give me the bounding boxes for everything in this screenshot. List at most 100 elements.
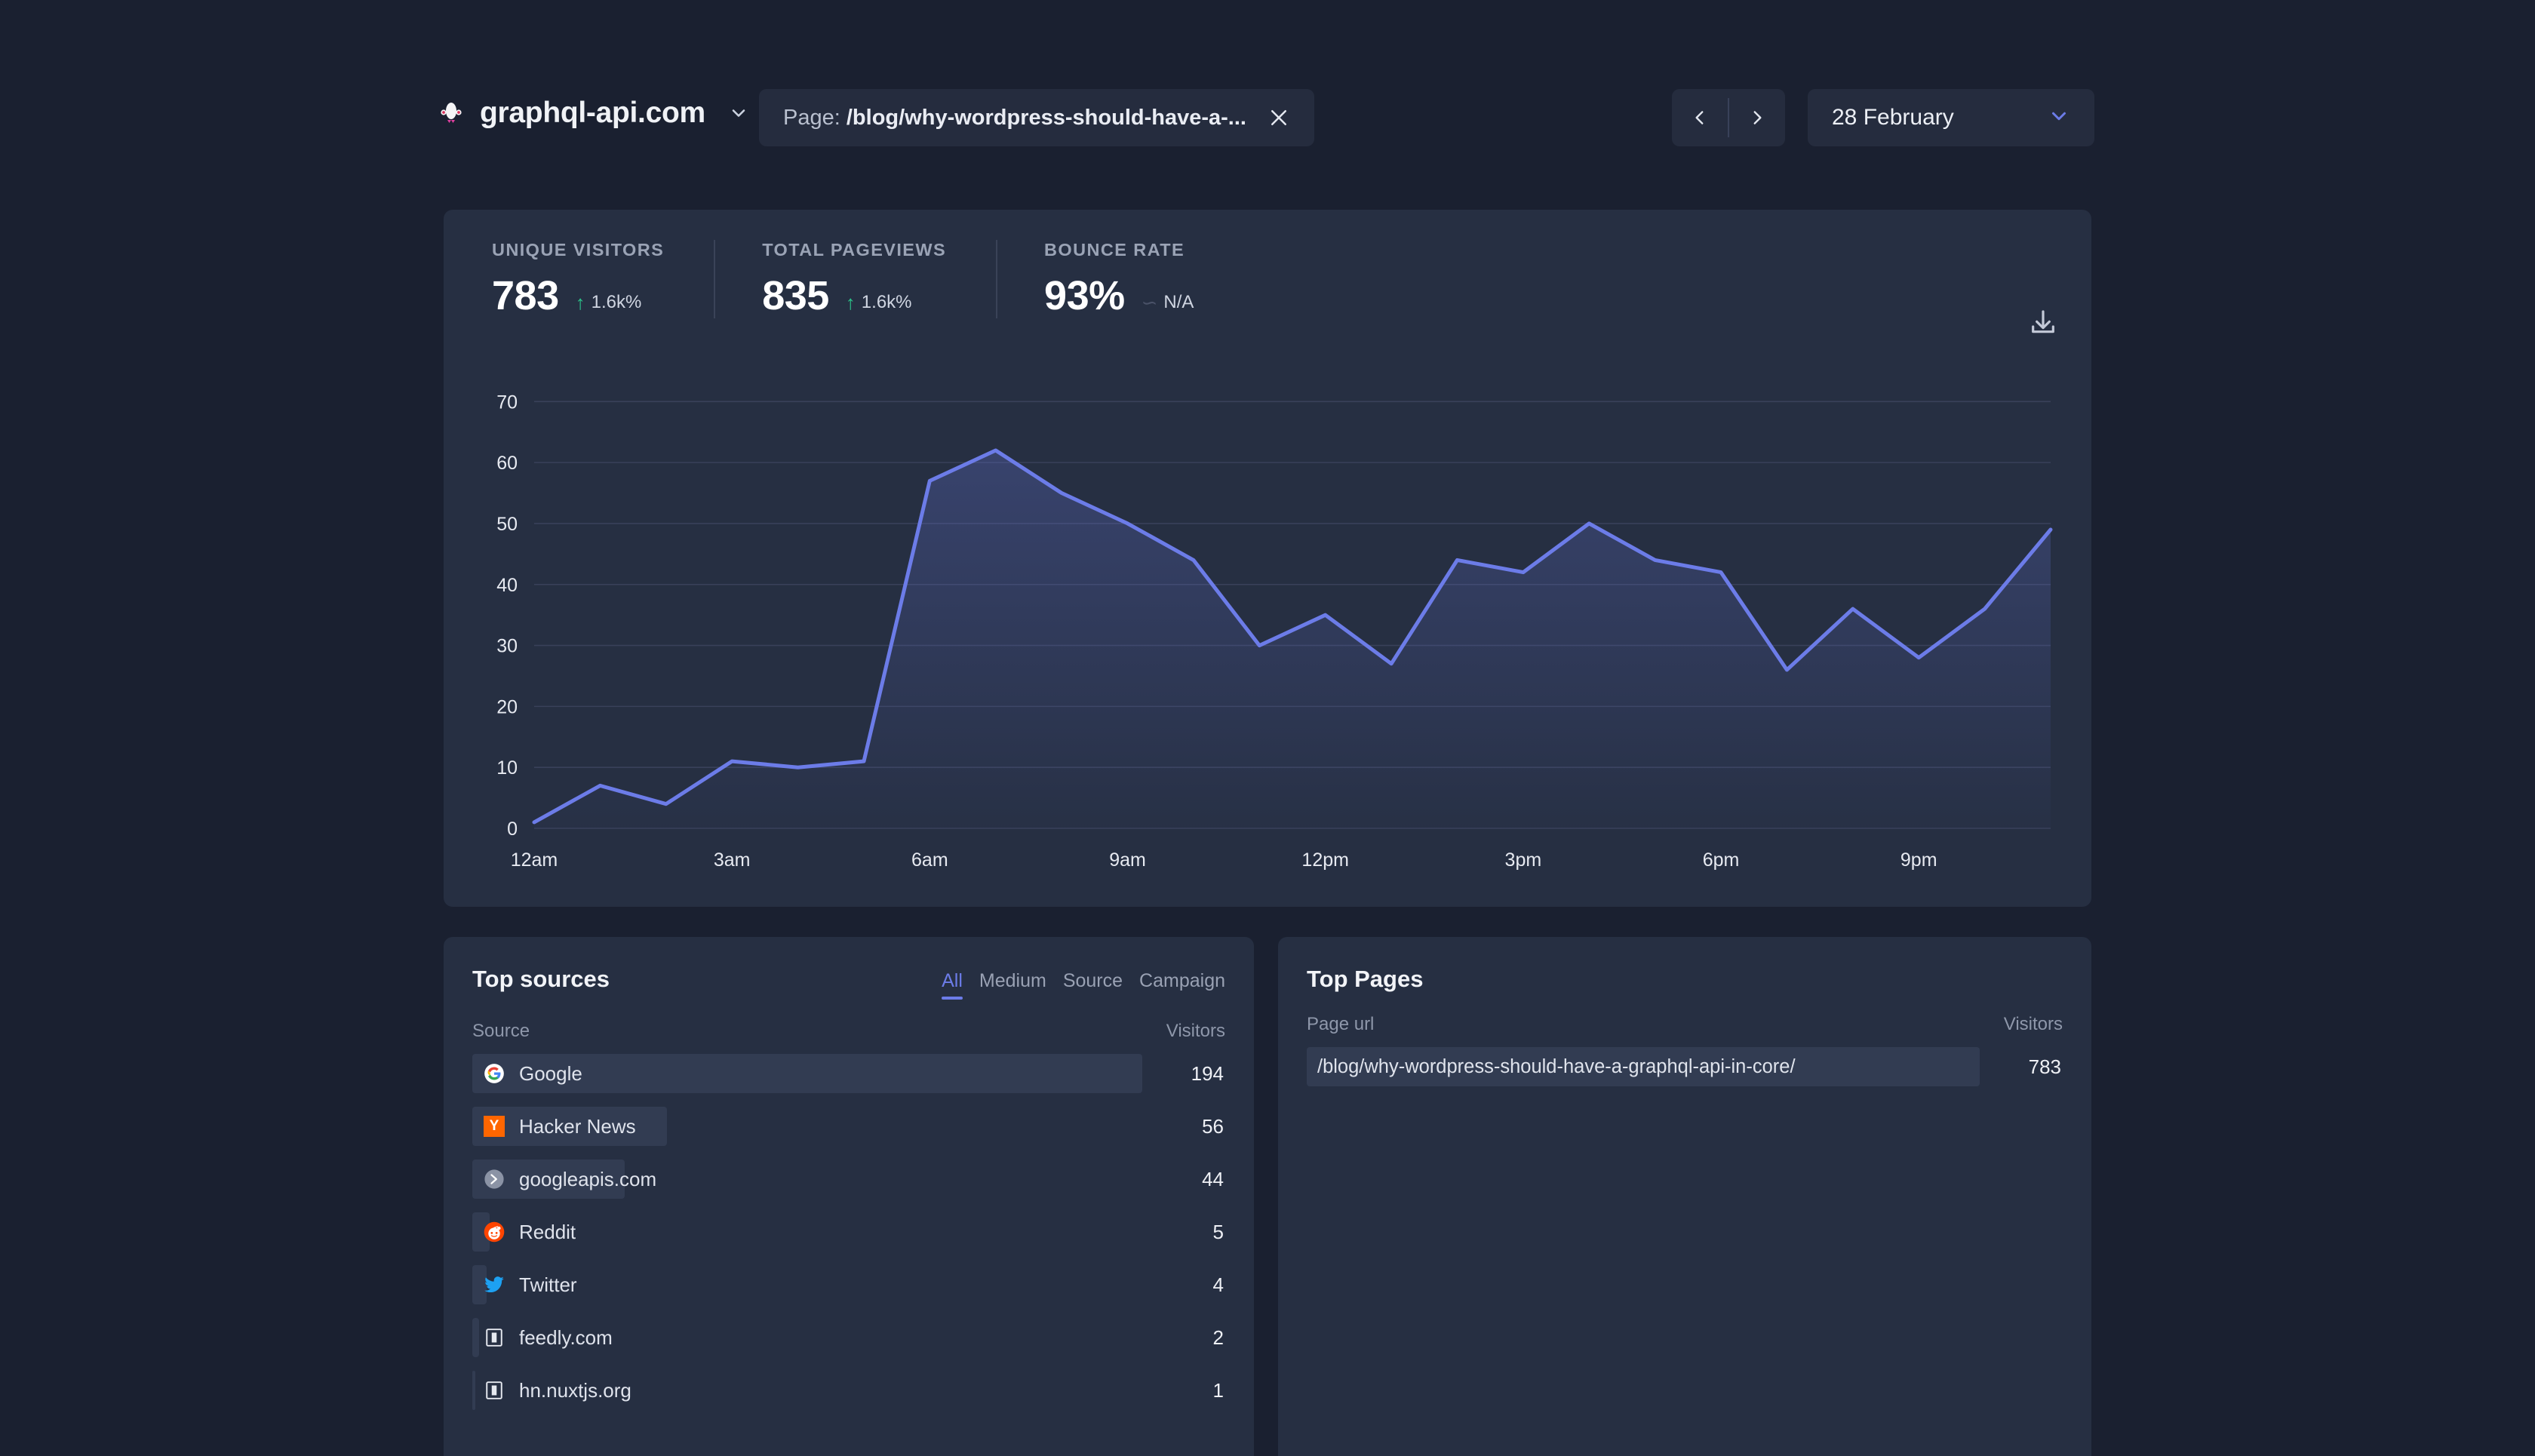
source-row-value: 1 — [1212, 1378, 1224, 1402]
top-pages-column-headers: Page url Visitors — [1278, 993, 2091, 1035]
svg-text:3am: 3am — [714, 849, 751, 871]
chart-area-fill — [534, 450, 2051, 828]
page-row-label: /blog/why-wordpress-should-have-a-graphq… — [1317, 1055, 1796, 1077]
chevron-down-icon[interactable] — [2048, 105, 2070, 131]
metric-label: UNIQUE VISITORS — [492, 240, 665, 260]
source-row-value: 4 — [1212, 1273, 1224, 1296]
metric-label: TOTAL PAGEVIEWS — [762, 240, 947, 260]
column-header-page-url: Page url — [1307, 1014, 1375, 1034]
tab-source[interactable]: Source — [1063, 970, 1123, 1000]
svg-text:6pm: 6pm — [1703, 849, 1740, 871]
source-row[interactable]: Y Hacker News 56 — [472, 1107, 1225, 1146]
source-row-label: Google — [519, 1061, 582, 1085]
top-sources-header: Top sources All Medium Source Campaign — [444, 937, 1254, 1000]
svg-text:40: 40 — [496, 575, 518, 596]
source-row[interactable]: googleapis.com 44 — [472, 1160, 1225, 1199]
source-row-label: feedly.com — [519, 1325, 613, 1349]
source-row-main: feedly.com — [472, 1326, 1172, 1350]
top-sources-list: Google 194 Y Hacker News 56 googleapis.com 44 R… — [444, 1042, 1254, 1410]
source-row-value: 2 — [1212, 1325, 1224, 1349]
page-row-main: /blog/why-wordpress-should-have-a-graphq… — [1307, 1056, 2010, 1078]
source-row-main: Reddit — [472, 1221, 1172, 1244]
metric-total-pageviews[interactable]: TOTAL PAGEVIEWS 835 ↑ 1.6k% — [714, 240, 996, 330]
source-row-main: Google — [472, 1062, 1172, 1086]
generic-page-favicon-icon — [483, 1326, 505, 1349]
source-row[interactable]: Reddit 5 — [472, 1212, 1225, 1252]
top-sources-panel: Top sources All Medium Source Campaign S… — [444, 937, 1254, 1456]
flat-trend-icon: ∽ — [1141, 291, 1158, 314]
chevron-down-icon[interactable] — [728, 103, 749, 124]
source-row-value: 44 — [1202, 1167, 1224, 1190]
column-header-visitors: Visitors — [1166, 1021, 1225, 1041]
source-row[interactable]: hn.nuxtjs.org 1 — [472, 1371, 1225, 1410]
arrow-up-icon: ↑ — [575, 291, 585, 314]
site-selector[interactable]: graphql-api.com — [436, 97, 749, 130]
top-sources-tabs: All Medium Source Campaign — [942, 966, 1225, 1000]
source-row-main: hn.nuxtjs.org — [472, 1379, 1172, 1402]
generic-page-favicon-icon — [483, 1379, 505, 1402]
panel-title: Top Pages — [1307, 966, 1424, 992]
svg-text:0: 0 — [507, 819, 518, 840]
page-row-value: 783 — [2028, 1055, 2061, 1078]
source-row[interactable]: Twitter 4 — [472, 1265, 1225, 1304]
svg-text:9pm: 9pm — [1900, 849, 1937, 871]
tab-campaign[interactable]: Campaign — [1139, 970, 1225, 1000]
svg-text:10: 10 — [496, 757, 518, 779]
source-row-main: Y Hacker News — [472, 1115, 1172, 1138]
source-row-main: Twitter — [472, 1273, 1172, 1297]
tab-all[interactable]: All — [942, 970, 963, 1000]
metric-bounce-rate[interactable]: BOUNCE RATE 93% ∽ N/A — [996, 240, 1243, 330]
metric-label: BOUNCE RATE — [1044, 240, 1185, 260]
tab-medium[interactable]: Medium — [979, 970, 1046, 1000]
source-row-label: Reddit — [519, 1220, 576, 1243]
metric-delta: ↑ 1.6k% — [576, 292, 642, 313]
site-name: graphql-api.com — [480, 97, 705, 129]
source-row-label: googleapis.com — [519, 1167, 657, 1190]
svg-text:9am: 9am — [1109, 849, 1146, 871]
metric-delta-value: 1.6k% — [591, 292, 642, 312]
source-row[interactable]: Google 194 — [472, 1054, 1225, 1093]
svg-text:30: 30 — [496, 636, 518, 657]
svg-text:12pm: 12pm — [1301, 849, 1349, 871]
page-filter-pill[interactable]: Page: /blog/why-wordpress-should-have-a-… — [759, 89, 1314, 146]
top-sources-column-headers: Source Visitors — [444, 1000, 1254, 1042]
top-pages-panel: Top Pages Page url Visitors /blog/why-wo… — [1278, 937, 2091, 1456]
top-pages-list: /blog/why-wordpress-should-have-a-graphq… — [1278, 1035, 2091, 1086]
generic-globe-favicon-icon — [483, 1168, 505, 1190]
metrics-row: UNIQUE VISITORS 783 ↑ 1.6k% TOTAL PAGEVI… — [444, 210, 2091, 330]
close-icon[interactable] — [1266, 105, 1292, 131]
chart-x-axis-labels: 12am 3am 6am 9am 12pm 3pm 6pm 9pm — [511, 849, 1937, 871]
top-pages-header: Top Pages — [1278, 937, 2091, 993]
metric-delta-value: N/A — [1163, 292, 1194, 312]
svg-text:50: 50 — [496, 514, 518, 535]
source-row-main: googleapis.com — [472, 1168, 1172, 1191]
source-row-label: Twitter — [519, 1273, 577, 1296]
source-row-value: 56 — [1202, 1114, 1224, 1138]
svg-text:70: 70 — [496, 392, 518, 413]
column-header-source: Source — [472, 1021, 530, 1041]
page-row[interactable]: /blog/why-wordpress-should-have-a-graphq… — [1307, 1047, 2063, 1086]
metric-delta-value: 1.6k% — [861, 292, 912, 312]
metric-unique-visitors[interactable]: UNIQUE VISITORS 783 ↑ 1.6k% — [444, 240, 714, 330]
metric-value: 835 — [762, 273, 829, 318]
date-picker[interactable]: 28 February — [1808, 89, 2094, 146]
next-period-button[interactable] — [1729, 89, 1785, 146]
prev-period-button[interactable] — [1672, 89, 1728, 146]
graphql-api-favicon-icon — [436, 98, 466, 128]
source-row[interactable]: feedly.com 2 — [472, 1318, 1225, 1357]
svg-text:3pm: 3pm — [1505, 849, 1542, 871]
source-row-value: 194 — [1191, 1061, 1224, 1085]
chart-y-axis-labels: 0 10 20 30 40 50 60 70 — [496, 392, 518, 840]
page-filter-prefix: Page: — [783, 105, 840, 130]
svg-text:60: 60 — [496, 453, 518, 474]
twitter-favicon-icon — [483, 1273, 505, 1296]
download-icon[interactable] — [2026, 306, 2060, 339]
hackernews-favicon-icon: Y — [483, 1115, 505, 1138]
analytics-dashboard: graphql-api.com Page: /blog/why-wordpres… — [0, 0, 2535, 1456]
metric-delta: ∽ N/A — [1142, 292, 1194, 313]
visitors-chart[interactable]: 0 10 20 30 40 50 60 70 12am 3am 6am 9am 12pm 3pm 6pm 9… — [444, 346, 2091, 907]
svg-text:20: 20 — [496, 696, 518, 717]
page-filter-label: Page: /blog/why-wordpress-should-have-a-… — [783, 106, 1246, 131]
metric-value: 93% — [1044, 273, 1125, 318]
source-row-value: 5 — [1212, 1220, 1224, 1243]
